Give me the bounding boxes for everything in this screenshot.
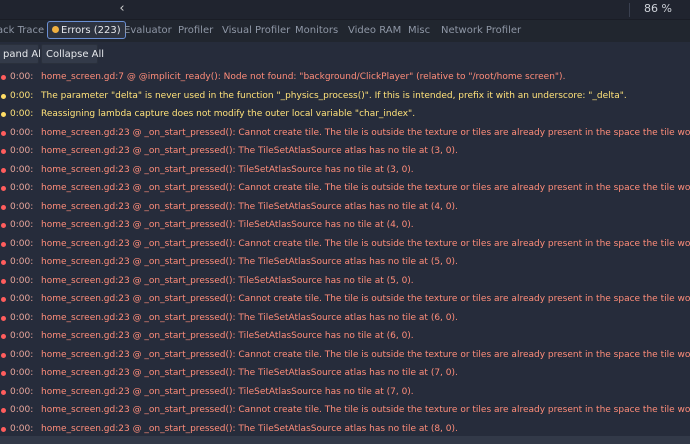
log-time: 0:00: [10,368,34,378]
tab-stack-trace[interactable]: ack Trace [0,22,44,40]
error-icon [1,297,6,302]
debugger-tab-bar: ack Trace Errors (223) Evaluator Profile… [0,20,690,42]
tab-errors[interactable]: Errors (223) [47,21,126,39]
top-bar: ‹ 86 % [0,0,690,20]
tab-misc[interactable]: Misc [408,22,430,40]
warning-icon [1,112,6,117]
error-icon [1,167,6,173]
log-message: home_screen.gd:23 @ _on_start_pressed():… [41,146,458,156]
log-time: 0:00: [10,220,34,230]
error-row[interactable]: 0:00: home_screen.gd:23 @ _on_start_press… [0,290,690,309]
log-message: home_screen.gd:23 @ _on_start_pressed():… [41,331,414,341]
log-time: 0:00: [10,90,34,101]
tab-monitors[interactable]: Monitors [295,22,338,40]
log-time: 0:00: [10,386,34,397]
warning-dot-icon [52,26,59,33]
tab-errors-label: Errors (223) [61,25,121,36]
log-time: 0:00: [10,109,34,119]
log-message: home_screen.gd:7 @ @implicit_ready(): No… [41,72,566,82]
log-message: home_screen.gd:23 @ _on_start_pressed():… [41,386,414,397]
error-row[interactable]: 0:00: home_screen.gd:23 @ _on_start_press… [0,401,690,420]
log-message: home_screen.gd:23 @ _on_start_pressed():… [41,127,690,138]
error-row[interactable]: 0:00: home_screen.gd:23 @ _on_start_press… [0,124,690,143]
error-row[interactable]: 0:00: home_screen.gd:23 @ _on_start_press… [0,161,690,180]
error-icon [1,223,6,228]
log-message: home_screen.gd:23 @ _on_start_pressed():… [41,275,414,286]
divider [629,3,630,17]
error-icon [1,389,6,395]
log-message: home_screen.gd:23 @ _on_start_pressed():… [41,349,690,360]
log-time: 0:00: [10,349,34,360]
log-message: home_screen.gd:23 @ _on_start_pressed():… [41,164,414,175]
log-message: home_screen.gd:23 @ _on_start_pressed():… [41,294,690,304]
error-icon [1,186,6,191]
error-icon [1,75,6,80]
log-time: 0:00: [10,294,34,304]
error-row[interactable]: 0:00: home_screen.gd:23 @ _on_start_press… [0,383,690,402]
log-message: Reassigning lambda capture does not modi… [41,109,416,119]
error-row[interactable]: 0:00: home_screen.gd:23 @ _on_start_press… [0,346,690,365]
error-icon [1,371,6,376]
error-row[interactable]: 0:00: home_screen.gd:23 @ _on_start_press… [0,272,690,291]
log-time: 0:00: [10,72,34,82]
errors-toolbar: pand All Collapse All [0,43,690,65]
log-time: 0:00: [10,164,34,175]
log-message: home_screen.gd:23 @ _on_start_pressed():… [41,238,690,249]
log-message: home_screen.gd:23 @ _on_start_pressed():… [41,405,690,415]
tab-network-profiler[interactable]: Network Profiler [441,22,521,40]
error-row[interactable]: 0:00: home_screen.gd:23 @ _on_start_press… [0,309,690,328]
log-time: 0:00: [10,183,34,193]
log-message: home_screen.gd:23 @ _on_start_pressed():… [41,183,690,193]
error-row[interactable]: 0:00: home_screen.gd:23 @ _on_start_press… [0,235,690,254]
tab-profiler[interactable]: Profiler [178,22,213,40]
error-icon [1,204,6,210]
error-row[interactable]: 0:00: home_screen.gd:23 @ _on_start_press… [0,327,690,346]
warning-icon [1,93,6,99]
error-icon [1,426,6,432]
error-icon [1,149,6,154]
log-time: 0:00: [10,405,34,415]
error-row[interactable]: 0:00: home_screen.gd:23 @ _on_start_press… [0,216,690,235]
tab-visual-profiler[interactable]: Visual Profiler [222,22,290,40]
error-row[interactable]: 0:00: home_screen.gd:23 @ _on_start_press… [0,364,690,383]
warning-row[interactable]: 0:00: Reassigning lambda capture does not… [0,105,690,124]
zoom-level[interactable]: 86 % [644,0,672,19]
log-message: home_screen.gd:23 @ _on_start_pressed():… [41,368,458,378]
chevron-left-icon[interactable]: ‹ [113,0,131,19]
warning-row[interactable]: 0:00: The parameter "delta" is never used… [0,87,690,106]
error-icon [1,334,6,339]
log-time: 0:00: [10,257,34,267]
log-time: 0:00: [10,312,34,323]
tab-video-ram[interactable]: Video RAM [348,22,401,40]
error-row[interactable]: 0:00: home_screen.gd:23 @ _on_start_press… [0,179,690,198]
log-time: 0:00: [10,238,34,249]
horizontal-scrollbar[interactable] [0,436,690,444]
error-row[interactable]: 0:00: home_screen.gd:23 @ _on_start_press… [0,253,690,272]
error-row[interactable]: 0:00: home_screen.gd:23 @ _on_start_press… [0,142,690,161]
log-message: home_screen.gd:23 @ _on_start_pressed():… [41,201,458,212]
log-time: 0:00: [10,127,34,138]
error-row[interactable]: 0:00: home_screen.gd:7 @ @implicit_ready(… [0,68,690,87]
expand-all-button[interactable]: pand All [0,44,44,64]
error-icon [1,278,6,284]
log-message: home_screen.gd:23 @ _on_start_pressed():… [41,220,414,230]
log-time: 0:00: [10,275,34,286]
log-time: 0:00: [10,146,34,156]
log-message: home_screen.gd:23 @ _on_start_pressed():… [41,312,458,323]
collapse-all-button[interactable]: Collapse All [41,44,104,64]
log-message: The parameter "delta" is never used in t… [41,90,627,101]
log-message: home_screen.gd:23 @ _on_start_pressed():… [41,257,458,267]
error-icon [1,130,6,136]
error-icon [1,260,6,265]
log-time: 0:00: [10,331,34,341]
error-icon [1,241,6,247]
error-icon [1,408,6,413]
log-time: 0:00: [10,201,34,212]
error-icon [1,315,6,321]
error-icon [1,352,6,358]
error-log-list[interactable]: 0:00: home_screen.gd:7 @ @implicit_ready(… [0,68,690,440]
error-row[interactable]: 0:00: home_screen.gd:23 @ _on_start_press… [0,198,690,217]
tab-evaluator[interactable]: Evaluator [124,22,172,40]
